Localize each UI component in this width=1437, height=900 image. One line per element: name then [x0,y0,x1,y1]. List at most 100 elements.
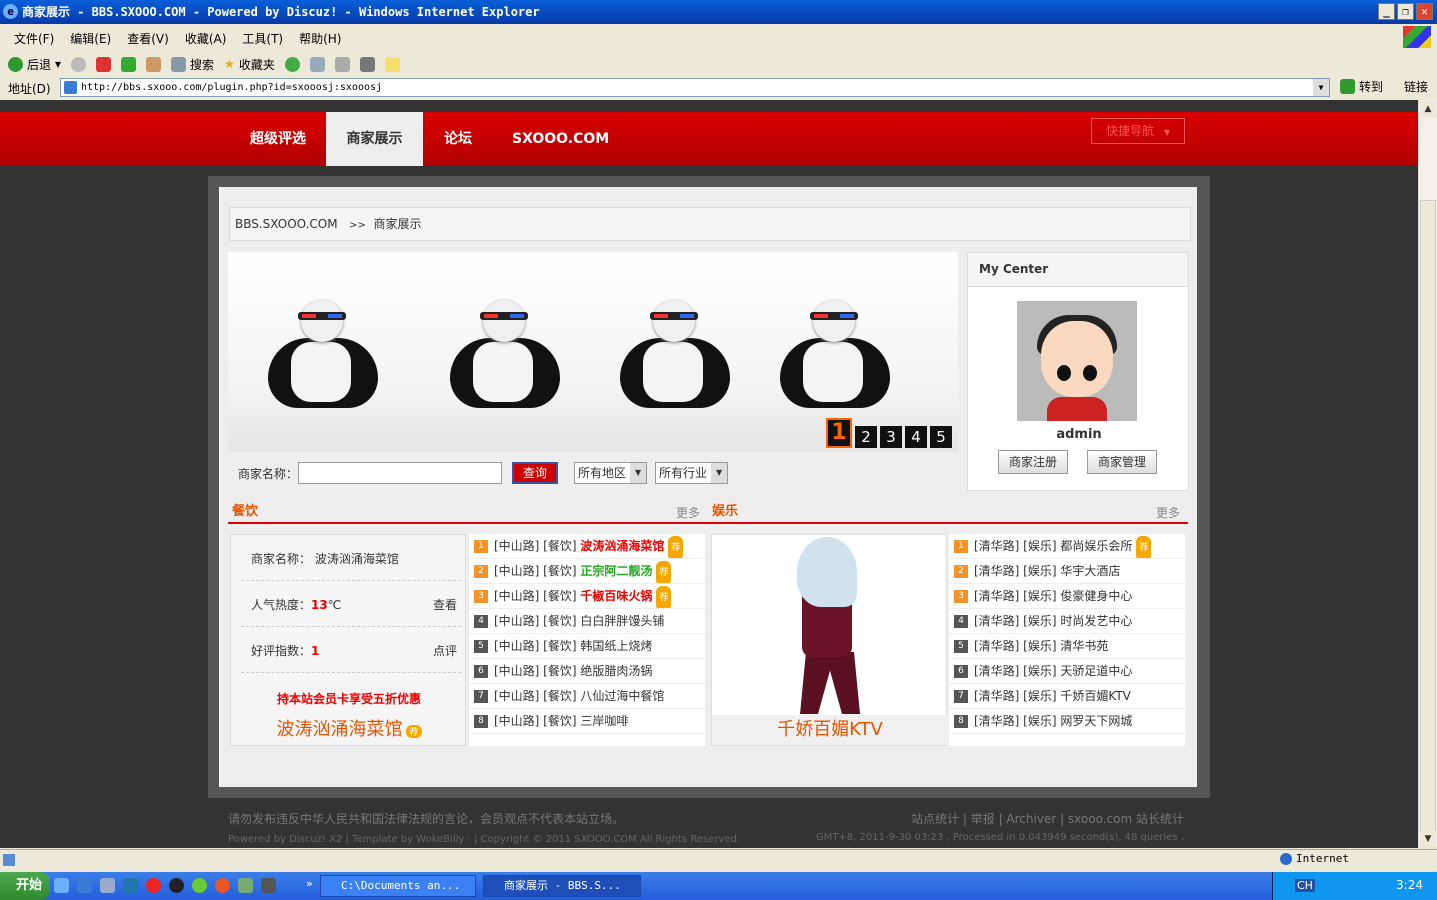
banner-page-1[interactable]: 1 [826,418,852,448]
go-button[interactable]: 转到 [1340,78,1383,95]
history-icon[interactable] [284,56,300,72]
ie-quicklaunch-icon[interactable] [77,878,92,893]
item-name[interactable]: 俊豪健身中心 [1060,589,1132,603]
search-button[interactable]: 搜索 [171,56,214,73]
item-name[interactable]: 波涛汹涌海菜馆 [580,539,664,553]
list-item[interactable]: 6 [清华路] [娱乐] 天骄足道中心 [949,659,1185,684]
item-name[interactable]: 时尚发艺中心 [1060,614,1132,628]
menu-help[interactable]: 帮助(H) [299,30,341,47]
address-input[interactable]: http://bbs.sxooo.com/plugin.php?id=sxooo… [60,78,1330,97]
item-name[interactable]: 韩国纸上烧烤 [580,639,652,653]
taskbar-item-explorer[interactable]: C:\Documents an... [320,875,476,897]
nav-item-vote[interactable]: 超级评选 [250,112,306,166]
menu-tools[interactable]: 工具(T) [242,30,283,47]
industry-select[interactable]: 所有行业 [655,462,729,484]
list-item[interactable]: 5 [清华路] [娱乐] 清华书苑 [949,634,1185,659]
nav-item-merchants[interactable]: 商家展示 [326,112,423,166]
scroll-down-icon[interactable]: ▼ [1420,831,1436,847]
edit-icon[interactable] [359,56,375,72]
nav-item-forum[interactable]: 论坛 [444,112,472,166]
taskbar-item-ie[interactable]: 商家展示 - BBS.S... [483,875,641,897]
featured-ent-name[interactable]: 千娇百媚KTV [712,715,948,745]
scroll-thumb[interactable] [1420,200,1436,890]
merchant-name-input[interactable] [298,462,502,484]
food-more-link[interactable]: 更多 [676,504,700,521]
quick-nav-dropdown[interactable]: 快捷导航 ▼ [1091,118,1185,144]
item-name[interactable]: 绝版腊肉汤锅 [580,664,652,678]
language-indicator[interactable]: CH [1295,879,1315,892]
item-name[interactable]: 正宗阿二靓汤 [580,564,652,578]
list-item[interactable]: 8 [清华路] [娱乐] 网罗天下网城 [949,709,1185,734]
username[interactable]: admin [968,427,1190,442]
menu-edit[interactable]: 编辑(E) [70,30,111,47]
links-button[interactable]: 链接 [1404,78,1428,95]
banner-page-4[interactable]: 4 [905,426,927,448]
view-link[interactable]: 查看 [433,583,457,627]
query-button[interactable]: 查询 [512,462,558,484]
app-quicklaunch-icon[interactable] [238,878,253,893]
app-quicklaunch-icon[interactable] [261,878,276,893]
app-quicklaunch-icon[interactable] [100,878,115,893]
start-button[interactable]: 开始 [0,872,50,900]
item-name[interactable]: 都尚娱乐会所 [1060,539,1132,553]
item-name[interactable]: 网罗天下网城 [1060,714,1132,728]
list-item[interactable]: 3 [中山路] [餐饮] 千椒百味火锅荐 [469,584,705,609]
mail-icon[interactable] [309,56,325,72]
app-quicklaunch-icon[interactable] [215,878,230,893]
item-name[interactable]: 天骄足道中心 [1060,664,1132,678]
menu-view[interactable]: 查看(V) [127,30,169,47]
app-quicklaunch-icon[interactable] [123,878,138,893]
app-quicklaunch-icon[interactable] [192,878,207,893]
restore-button[interactable]: ❐ [1397,3,1414,20]
opera-icon[interactable] [146,878,161,893]
footer-links[interactable]: 站点统计 | 举报 | Archiver | sxooo.com 站长统计 [911,810,1184,827]
item-name[interactable]: 三岸咖啡 [580,714,628,728]
address-dropdown-icon[interactable]: ▼ [1313,79,1329,96]
list-item[interactable]: 5 [中山路] [餐饮] 韩国纸上烧烤 [469,634,705,659]
item-name[interactable]: 清华书苑 [1060,639,1108,653]
stop-icon[interactable] [96,56,112,72]
banner-slideshow[interactable]: 1 2 3 4 5 [228,252,958,452]
list-item[interactable]: 7 [中山路] [餐饮] 八仙过海中餐馆 [469,684,705,709]
merchant-manage-button[interactable]: 商家管理 [1087,450,1157,474]
list-item[interactable]: 8 [中山路] [餐饮] 三岸咖啡 [469,709,705,734]
back-button[interactable]: 后退 ▾ [8,56,61,73]
home-icon[interactable] [146,56,162,72]
vertical-scrollbar[interactable]: ▲ ▼ [1418,100,1437,890]
refresh-icon[interactable] [121,56,137,72]
list-item[interactable]: 7 [清华路] [娱乐] 千娇百媚KTV [949,684,1185,709]
item-name[interactable]: 千娇百媚KTV [1060,689,1130,703]
forward-icon[interactable] [71,56,87,72]
region-select[interactable]: 所有地区 [574,462,648,484]
print-icon[interactable] [334,56,350,72]
breadcrumb-site[interactable]: BBS.SXOOO.COM [235,217,338,231]
featured-shop-name[interactable]: 波涛汹涌海菜馆荐 [231,715,467,741]
ie-quicklaunch-icon[interactable] [54,878,69,893]
list-item[interactable]: 2 [中山路] [餐饮] 正宗阿二靓汤荐 [469,559,705,584]
merchant-register-button[interactable]: 商家注册 [998,450,1068,474]
favorites-button[interactable]: ★ 收藏夹 [224,56,275,73]
nav-item-home[interactable]: SXOOO.COM [512,112,609,166]
qq-icon[interactable] [169,878,184,893]
item-name[interactable]: 白白胖胖馒头铺 [580,614,664,628]
list-item[interactable]: 4 [清华路] [娱乐] 时尚发艺中心 [949,609,1185,634]
list-item[interactable]: 1 [中山路] [餐饮] 波涛汹涌海菜馆荐 [469,534,705,559]
menu-favorites[interactable]: 收藏(A) [185,30,227,47]
list-item[interactable]: 2 [清华路] [娱乐] 华宇大酒店 [949,559,1185,584]
list-item[interactable]: 6 [中山路] [餐饮] 绝版腊肉汤锅 [469,659,705,684]
list-item[interactable]: 4 [中山路] [餐饮] 白白胖胖馒头铺 [469,609,705,634]
list-item[interactable]: 3 [清华路] [娱乐] 俊豪健身中心 [949,584,1185,609]
banner-page-5[interactable]: 5 [930,426,952,448]
banner-page-3[interactable]: 3 [880,426,902,448]
close-button[interactable]: ✕ [1416,3,1433,20]
avatar[interactable] [1017,301,1137,421]
item-name[interactable]: 千椒百味火锅 [580,589,652,603]
scroll-up-icon[interactable]: ▲ [1420,101,1436,117]
banner-page-2[interactable]: 2 [855,426,877,448]
comment-link[interactable]: 点评 [433,629,457,673]
note-icon[interactable] [384,56,400,72]
minimize-button[interactable]: _ [1378,3,1395,20]
ent-more-link[interactable]: 更多 [1156,504,1180,521]
list-item[interactable]: 1 [清华路] [娱乐] 都尚娱乐会所荐 [949,534,1185,559]
menu-file[interactable]: 文件(F) [14,30,54,47]
